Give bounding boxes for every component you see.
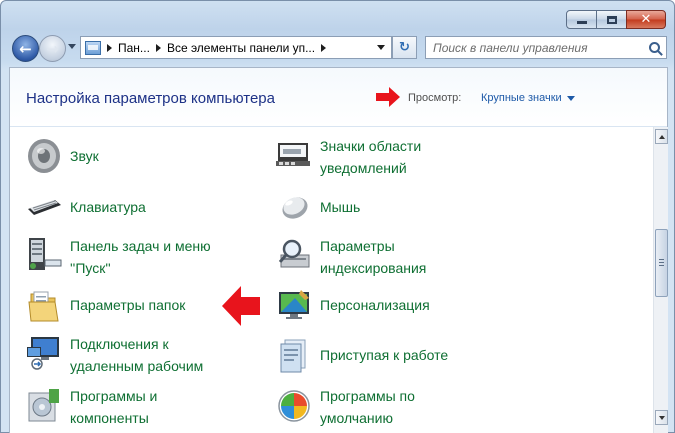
close-button[interactable]: ✕ bbox=[626, 10, 666, 29]
item-label[interactable]: Подключения к удаленным рабочим bbox=[70, 333, 203, 377]
notification-area-icon bbox=[275, 135, 313, 173]
scroll-up-icon bbox=[658, 134, 665, 139]
item-label[interactable]: Клавиатура bbox=[70, 196, 146, 218]
item-indexing[interactable]: Параметры индексирования bbox=[275, 235, 426, 279]
window-frame: ✕ ← → Пан... Все элементы панели уп... ↻… bbox=[0, 0, 675, 433]
search-input[interactable]: Поиск в панели управления bbox=[433, 41, 588, 55]
red-arrow-annotation-icon bbox=[222, 286, 260, 326]
minimize-button[interactable] bbox=[566, 10, 597, 29]
maximize-button[interactable] bbox=[596, 10, 627, 29]
scroll-up-button[interactable] bbox=[655, 129, 668, 144]
scroll-down-icon bbox=[658, 415, 665, 420]
breadcrumb-chevron-icon[interactable] bbox=[321, 43, 327, 52]
item-default-programs[interactable]: Программы по умолчанию bbox=[275, 385, 415, 429]
speaker-icon bbox=[25, 137, 63, 175]
item-getting-started[interactable]: Приступая к работе bbox=[275, 336, 448, 374]
taskbar-icon bbox=[25, 235, 63, 273]
refresh-icon: ↻ bbox=[399, 40, 410, 55]
item-personalization[interactable]: Персонализация bbox=[275, 286, 430, 324]
breadcrumb-item[interactable]: Все элементы панели уп... bbox=[167, 41, 315, 55]
remote-desktop-icon bbox=[25, 333, 63, 371]
scroll-down-button[interactable] bbox=[655, 410, 668, 425]
item-label[interactable]: Мышь bbox=[320, 196, 360, 218]
item-notification-icons[interactable]: Значки области уведомлений bbox=[275, 135, 421, 179]
breadcrumb-item[interactable]: Пан... bbox=[118, 41, 150, 55]
item-sound[interactable]: Звук bbox=[25, 137, 99, 175]
item-remote-desktop[interactable]: Подключения к удаленным рабочим bbox=[25, 333, 203, 377]
item-label[interactable]: Приступая к работе bbox=[320, 344, 448, 366]
item-programs[interactable]: Программы и компоненты bbox=[25, 385, 157, 429]
keyboard-icon bbox=[25, 187, 63, 225]
search-box[interactable]: Поиск в панели управления bbox=[425, 36, 667, 59]
minimize-icon bbox=[576, 21, 587, 24]
control-panel-icon bbox=[85, 40, 101, 55]
address-bar[interactable]: Пан... Все элементы панели уп... bbox=[80, 36, 392, 59]
view-mode-value[interactable]: Крупные значки bbox=[481, 92, 562, 104]
breadcrumb-chevron-icon[interactable] bbox=[107, 43, 112, 52]
back-button[interactable]: ← bbox=[12, 35, 39, 62]
default-programs-icon bbox=[275, 385, 313, 423]
forward-arrow-icon: → bbox=[46, 39, 59, 58]
item-taskbar[interactable]: Панель задач и меню ''Пуск'' bbox=[25, 235, 211, 279]
content-pane: Настройка параметров компьютера Просмотр… bbox=[9, 67, 668, 433]
address-dropdown-icon[interactable] bbox=[377, 45, 385, 50]
breadcrumb-chevron-icon[interactable] bbox=[155, 43, 161, 52]
back-arrow-icon: ← bbox=[19, 39, 32, 58]
page-title: Настройка параметров компьютера bbox=[26, 90, 275, 107]
item-label[interactable]: Панель задач и меню ''Пуск'' bbox=[70, 235, 211, 279]
header-band: Настройка параметров компьютера Просмотр… bbox=[10, 68, 667, 127]
programs-icon bbox=[25, 385, 63, 423]
refresh-button[interactable]: ↻ bbox=[392, 36, 417, 59]
item-label[interactable]: Значки области уведомлений bbox=[320, 135, 421, 179]
mouse-icon bbox=[275, 187, 313, 225]
search-icon[interactable] bbox=[649, 42, 660, 53]
indexing-icon bbox=[275, 235, 313, 273]
view-label: Просмотр: bbox=[408, 92, 462, 104]
item-label[interactable]: Программы и компоненты bbox=[70, 385, 157, 429]
maximize-icon bbox=[606, 15, 617, 24]
scroll-thumb[interactable] bbox=[655, 229, 668, 297]
item-mouse[interactable]: Мышь bbox=[275, 187, 360, 225]
personalization-icon bbox=[275, 286, 313, 324]
view-mode-dropdown[interactable]: Крупные значки bbox=[481, 92, 575, 104]
red-arrow-annotation-icon bbox=[376, 87, 400, 107]
forward-button[interactable]: → bbox=[39, 35, 66, 62]
getting-started-icon bbox=[275, 336, 313, 374]
item-label[interactable]: Персонализация bbox=[320, 294, 430, 316]
item-label[interactable]: Программы по умолчанию bbox=[320, 385, 415, 429]
folder-options-icon bbox=[25, 288, 63, 326]
chevron-down-icon[interactable] bbox=[566, 95, 575, 101]
item-label[interactable]: Параметры папок bbox=[70, 294, 185, 316]
close-icon: ✕ bbox=[640, 12, 652, 27]
item-label[interactable]: Звук bbox=[70, 145, 99, 167]
item-keyboard[interactable]: Клавиатура bbox=[25, 187, 146, 225]
recent-pages-dropdown[interactable] bbox=[68, 44, 76, 49]
item-label[interactable]: Параметры индексирования bbox=[320, 235, 426, 279]
item-folder-options[interactable]: Параметры папок bbox=[25, 288, 185, 326]
caption-buttons: ✕ bbox=[566, 10, 666, 29]
vertical-scrollbar[interactable] bbox=[653, 127, 668, 433]
